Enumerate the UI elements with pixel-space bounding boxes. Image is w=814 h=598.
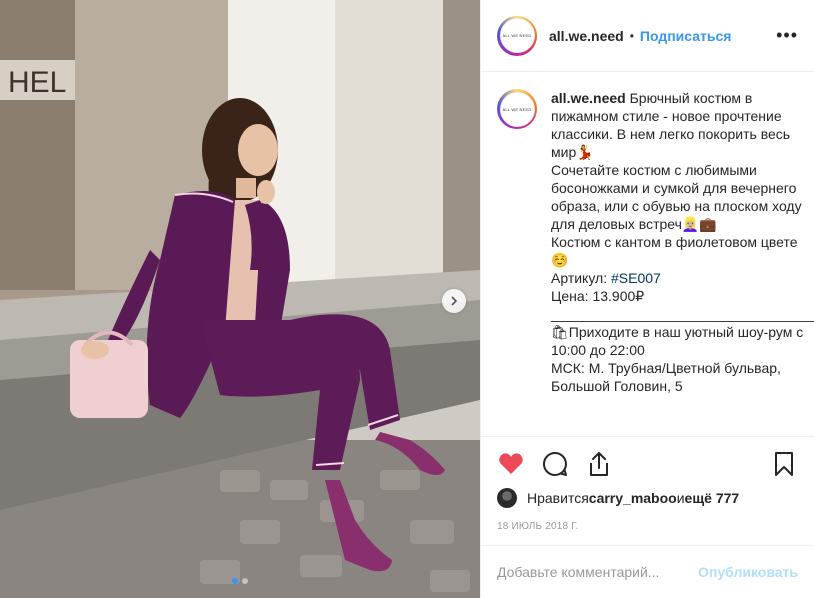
like-button[interactable] [497,450,525,478]
likes-middle: и [676,490,685,506]
caption-text: Брючный костюм в пижамном стиле - новое … [551,90,802,286]
caption-avatar[interactable]: ALL WE NEED [497,89,537,129]
chevron-right-icon [451,296,458,306]
caption-text-continued: Цена: 13.900₽ __________________________… [551,288,814,394]
caption-hashtag[interactable]: #SE007 [611,270,661,286]
photo-illustration: HEL [0,0,480,598]
likes-others-count[interactable]: ещё 777 [685,490,740,506]
header-username[interactable]: all.we.need [549,28,624,44]
comment-bar: Опубликовать [481,545,814,598]
avatar-logo-text: ALL WE NEED [499,18,535,53]
more-options-icon[interactable]: ••• [776,25,798,46]
comment-icon [543,451,567,476]
follow-button[interactable]: Подписаться [640,28,732,44]
caption-avatar-logo-text: ALL WE NEED [499,91,535,127]
carousel-dot [242,578,248,584]
header-separator: • [629,28,634,43]
comment-button[interactable] [541,450,569,478]
post-side-panel: ALL WE NEED all.we.need • Подписаться ••… [480,0,814,598]
caption-section: ALL WE NEED all.we.need Брючный костюм в… [481,73,814,435]
save-button[interactable] [770,450,798,478]
liker-username[interactable]: carry_maboo [589,490,677,506]
bookmark-icon [775,451,793,476]
likes-summary[interactable]: Нравится carry_maboo и ещё 777 [497,488,798,508]
post-comment-button[interactable]: Опубликовать [698,564,798,580]
liker-avatar[interactable] [497,488,517,508]
profile-avatar[interactable]: ALL WE NEED [497,15,537,56]
likes-prefix: Нравится [527,490,589,506]
action-bar [481,436,814,490]
comment-input[interactable] [497,564,699,580]
caption-username[interactable]: all.we.need [551,90,626,106]
post-photo[interactable]: HEL [0,0,480,598]
wall-sign-text: HEL [8,66,66,99]
carousel-dots [0,578,480,584]
share-icon [590,451,608,476]
share-button[interactable] [585,450,613,478]
post-caption: all.we.need Брючный костюм в пижамном ст… [551,89,814,435]
carousel-dot-active [232,578,238,584]
heart-filled-icon [499,452,523,474]
post-header: ALL WE NEED all.we.need • Подписаться ••… [481,0,814,72]
post-date[interactable]: 18 июль 2018 г. [497,521,579,532]
carousel-next-button[interactable] [442,289,466,313]
